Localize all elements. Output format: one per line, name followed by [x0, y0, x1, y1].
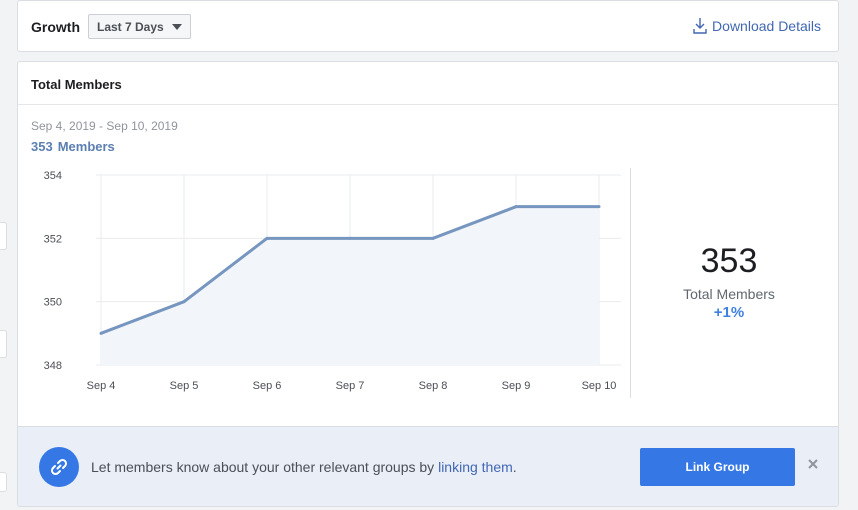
download-details-link[interactable]: Download Details — [693, 17, 821, 34]
date-range-value: Last 7 Days — [97, 19, 164, 34]
banner-message: Let members know about your other releva… — [91, 459, 517, 475]
members-count: 353 — [31, 139, 53, 154]
data-point — [431, 236, 435, 240]
x-tick-label: Sep 5 — [170, 380, 199, 392]
data-point — [99, 331, 103, 335]
x-tick-label: Sep 9 — [502, 380, 531, 392]
x-tick-label: Sep 8 — [419, 380, 448, 392]
x-tick-label: Sep 10 — [582, 380, 617, 392]
download-label: Download Details — [712, 17, 821, 34]
date-range-dropdown[interactable]: Last 7 Days — [88, 14, 191, 39]
x-tick-label: Sep 7 — [336, 380, 365, 392]
x-tick-label: Sep 6 — [253, 380, 282, 392]
link-icon — [39, 447, 79, 487]
side-panel-edge — [0, 330, 7, 358]
section-title: Growth — [31, 19, 80, 35]
members-line-chart: 348 350 352 354 Sep 4 Sep 5 Sep 6 Sep 7 Sep 8 Sep… — [44, 170, 621, 392]
x-tick-label: Sep 4 — [87, 380, 116, 392]
y-tick-label: 352 — [44, 233, 62, 245]
link-groups-banner: Let members know about your other releva… — [18, 426, 838, 506]
data-point — [597, 205, 601, 209]
y-tick-label: 354 — [44, 170, 62, 182]
linking-them-link[interactable]: linking them — [438, 459, 513, 475]
total-members-card: Total Members Sep 4, 2019 - Sep 10, 2019… — [17, 61, 839, 507]
growth-header: Growth Last 7 Days Download Details — [17, 0, 839, 52]
total-members-value: 353 — [700, 242, 758, 280]
date-range-text: Sep 4, 2019 - Sep 10, 2019 — [31, 119, 178, 133]
data-point — [265, 236, 269, 240]
data-point — [348, 236, 352, 240]
download-icon — [693, 18, 707, 34]
chevron-down-icon — [172, 24, 182, 30]
banner-text-end: . — [512, 459, 517, 475]
link-group-button[interactable]: Link Group — [640, 448, 795, 486]
side-panel-edge — [0, 222, 7, 250]
card-title: Total Members — [18, 62, 838, 105]
data-point — [182, 300, 186, 304]
y-tick-label: 348 — [44, 360, 62, 372]
y-tick-label: 350 — [44, 297, 62, 309]
banner-text-start: Let members know about your other releva… — [91, 459, 439, 475]
members-label: Members — [57, 139, 115, 154]
members-count-line: 353 Members — [31, 139, 115, 154]
chart-divider — [630, 168, 631, 398]
close-icon[interactable] — [806, 457, 820, 471]
data-point — [514, 205, 518, 209]
total-members-label: Total Members — [683, 286, 775, 302]
members-change: +1% — [713, 304, 745, 321]
side-panel-edge — [0, 472, 7, 492]
